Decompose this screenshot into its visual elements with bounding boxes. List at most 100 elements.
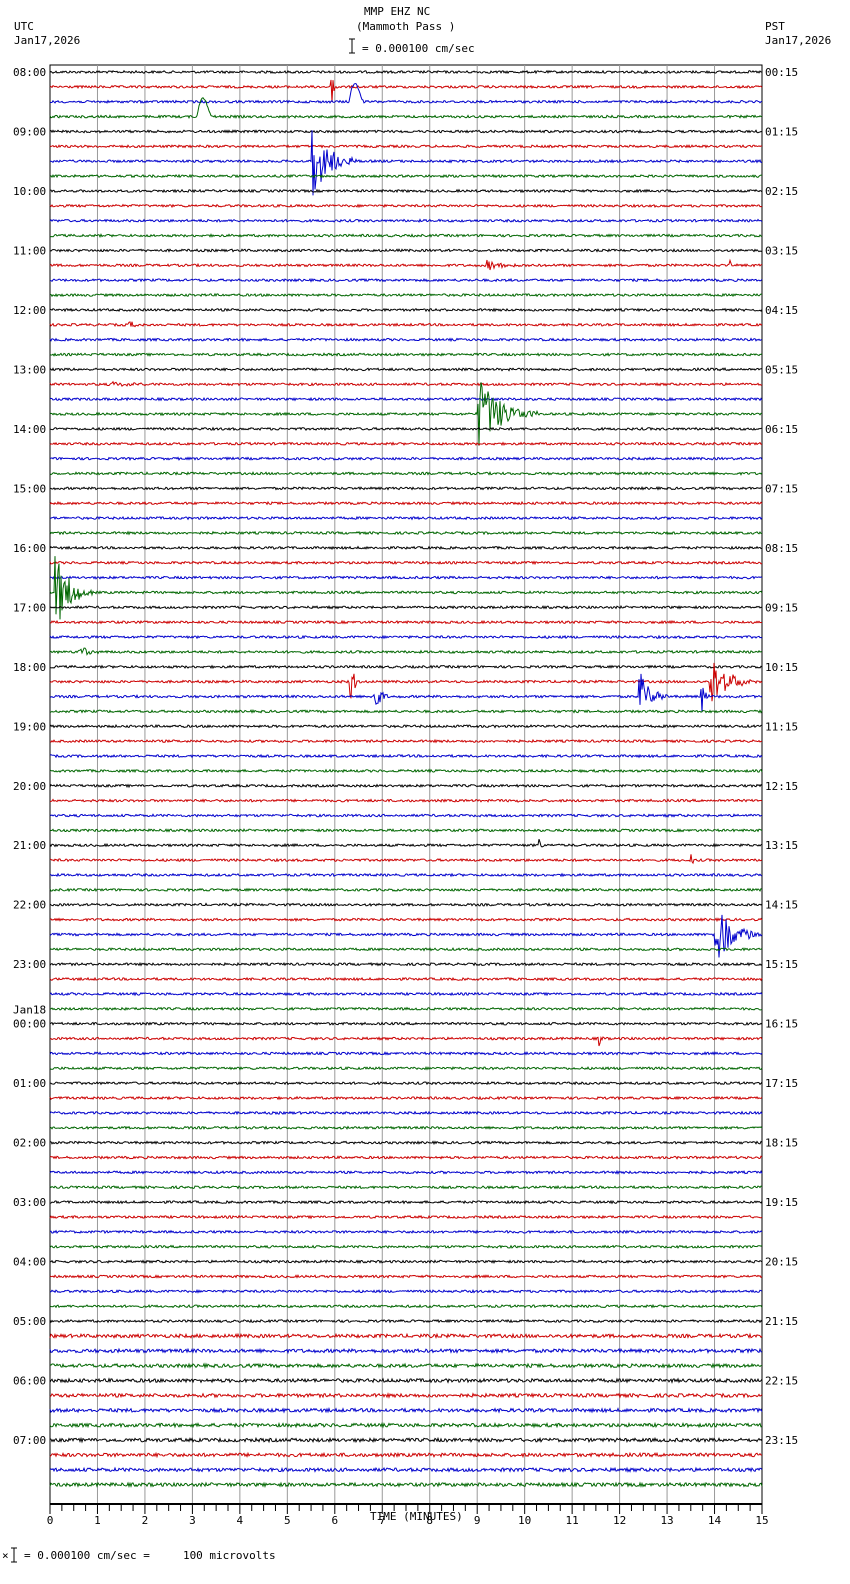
scale-label: = 0.000100 cm/sec [362,42,475,55]
station-location: (Mammoth Pass ) [356,20,455,33]
trace-line [49,991,763,997]
pst-hour-label: 23:15 [765,1434,798,1447]
pst-hour-label: 12:15 [765,780,798,793]
trace-line [49,396,763,402]
utc-hour-label: 00:00 [13,1018,46,1031]
trace-line [49,248,763,253]
trace-line [49,485,762,491]
trace-line [49,887,763,893]
utc-hour-label: 17:00 [13,601,46,614]
trace-line [49,352,763,357]
trace-line [49,783,763,789]
trace-line [49,828,763,833]
trace-line [49,872,763,878]
x-tick-label: 1 [94,1514,101,1527]
pst-hour-label: 07:15 [765,482,798,495]
trace-line [49,947,763,952]
trace-line [49,1259,763,1264]
pst-hour-label: 09:15 [765,601,798,614]
scale-bar-icon [349,38,355,54]
utc-hour-label: 20:00 [13,780,46,793]
trace-line [49,380,763,387]
trace-line [49,471,763,476]
trace-line [49,1274,763,1279]
trace-line [49,367,763,372]
pst-hour-label: 06:15 [765,423,798,436]
trace-line [49,768,763,774]
trace-line [49,1362,762,1370]
trace-line [49,724,763,729]
trace-line [49,634,763,640]
trace-line [49,321,763,328]
trace-line [49,1244,763,1249]
pst-hour-label: 15:15 [765,958,798,971]
trace-line [49,173,762,179]
trace-line [49,1080,763,1086]
pst-hour-label: 03:15 [765,244,798,257]
trace-line [49,130,763,196]
trace-line [50,277,763,283]
trace-line [49,69,763,75]
trace-line [49,647,763,656]
x-tick-label: 14 [708,1514,722,1527]
trace-line [49,218,763,223]
pst-hour-label: 19:15 [765,1196,798,1209]
pst-hour-label: 22:15 [765,1375,798,1388]
x-tick-label: 11 [566,1514,579,1527]
trace-line [49,1347,763,1355]
utc-hour-label: 12:00 [13,304,46,317]
trace-line [49,1065,763,1071]
trace-line [49,708,763,714]
trace-line [49,307,763,313]
utc-hour-label: 19:00 [13,720,46,733]
trace-line [49,144,762,149]
utc-hour-label: 13:00 [13,363,46,376]
trace-line [49,292,763,298]
pst-hour-label: 18:15 [765,1137,798,1150]
utc-hour-label: 16:00 [13,542,46,555]
trace-line [49,914,763,958]
pst-hour-label: 01:15 [765,125,798,138]
pst-hour-label: 17:15 [765,1077,798,1090]
trace-line [49,337,763,343]
x-tick-label: 10 [518,1514,531,1527]
trace-line [49,188,763,194]
trace-line [49,673,763,713]
pst-hour-label: 04:15 [765,304,798,317]
footer-marker: × [2,1549,9,1562]
x-tick-label: 12 [613,1514,626,1527]
trace-line [49,556,763,620]
utc-hour-label: 05:00 [13,1315,46,1328]
trace-line [49,1184,763,1190]
trace-line [49,1110,763,1116]
date-change-label: Jan18 [13,1004,46,1017]
trace-line [49,753,763,759]
trace-line [49,560,763,566]
trace-line [49,917,763,923]
trace-line [49,1466,763,1473]
x-tick-label: 0 [47,1514,54,1527]
utc-hour-label: 10:00 [13,185,46,198]
footer-scale-note: = 0.000100 cm/sec = 100 microvolts [24,1549,276,1562]
left-timezone: UTC [14,20,34,33]
trace-line [49,1332,763,1340]
utc-hour-label: 21:00 [13,839,46,852]
pst-hour-label: 16:15 [765,1018,798,1031]
trace-line [49,500,763,506]
trace-line [49,382,763,446]
trace-line [49,1288,763,1294]
trace-line [49,1140,763,1146]
trace-line [49,1436,763,1444]
utc-hour-label: 08:00 [13,66,46,79]
utc-hour-label: 03:00 [13,1196,46,1209]
pst-hour-label: 21:15 [765,1315,798,1328]
trace-line [49,1199,763,1205]
trace-line [49,79,763,102]
trace-line [49,813,763,818]
trace-line [49,1035,763,1047]
x-tick-label: 9 [474,1514,481,1527]
trace-line [49,976,763,982]
utc-hour-label: 22:00 [13,899,46,912]
pst-hour-label: 14:15 [765,899,798,912]
pst-hour-label: 02:15 [765,185,798,198]
